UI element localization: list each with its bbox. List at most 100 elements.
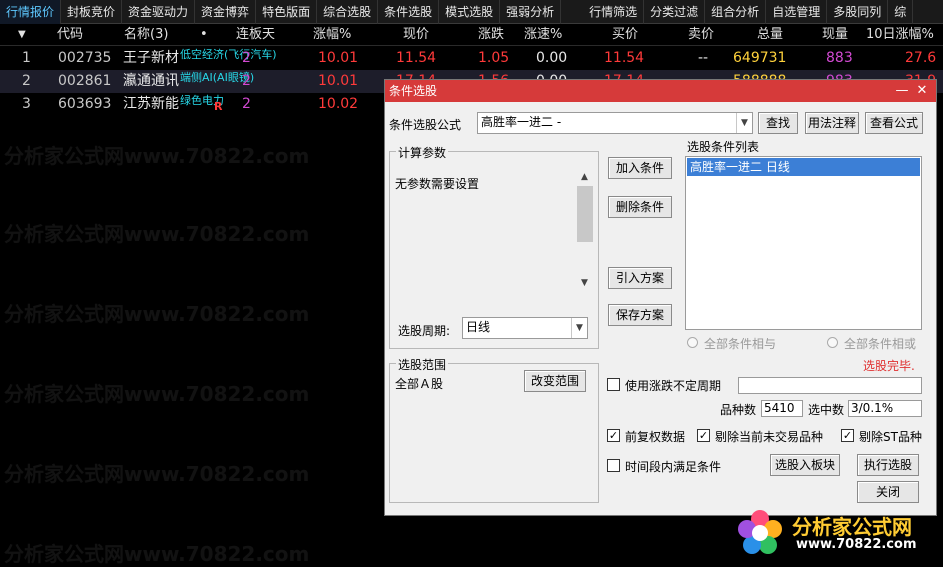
col-speed[interactable]: 涨速% [524, 24, 562, 46]
execute-button[interactable]: 执行选股 [857, 454, 919, 476]
col-sell[interactable]: 卖价 [688, 24, 714, 46]
radio-or[interactable] [827, 337, 838, 348]
view-formula-button[interactable]: 查看公式 [865, 112, 923, 134]
tab-capital-driver[interactable]: 资金驱动力 [122, 0, 196, 24]
find-button[interactable]: 查找 [758, 112, 798, 134]
timerange-checkbox[interactable] [607, 459, 620, 472]
tab-multi-stock[interactable]: 多股同列 [827, 0, 889, 24]
period-select[interactable]: 日线 ▼ [462, 317, 588, 339]
flower-logo-icon [738, 510, 782, 554]
quote-table-header: ▼ 代码 名称(3) • 连板天 涨幅% 现价 涨跌 涨速% 买价 卖价 总量 … [0, 24, 943, 46]
row-index: 2 [22, 73, 31, 89]
exclude-st-label: 剔除ST品种 [859, 430, 922, 444]
stock-name: 瀛通通讯 [123, 73, 179, 89]
formula-label: 条件选股公式 [389, 118, 462, 132]
formula-value: 高胜率一进二 - [481, 115, 562, 129]
usage-button[interactable]: 用法注释 [805, 112, 859, 134]
exclude-st-checkbox[interactable]: ✓ [841, 429, 854, 442]
period-value: 日线 [466, 320, 491, 334]
col-name[interactable]: 名称(3) [124, 24, 168, 46]
add-condition-button[interactable]: 加入条件 [608, 157, 672, 179]
col-buy[interactable]: 买价 [612, 24, 638, 46]
tab-portfolio-analysis[interactable]: 组合分析 [705, 0, 767, 24]
col-ten-day[interactable]: 10日涨幅% [866, 24, 934, 46]
tab-limit-bid[interactable]: 封板竞价 [61, 0, 123, 24]
volume: 649731 [733, 50, 787, 66]
save-scheme-button[interactable]: 保存方案 [608, 304, 672, 326]
tab-capital-game[interactable]: 资金博弈 [195, 0, 257, 24]
list-item[interactable]: 高胜率一进二 日线 [687, 158, 920, 176]
buy-price: 11.54 [604, 50, 645, 66]
col-pct[interactable]: 涨幅% [313, 24, 351, 46]
formula-select[interactable]: 高胜率一进二 - ▼ [477, 112, 753, 134]
stock-code: 603693 [58, 96, 112, 112]
scroll-up-icon[interactable]: ▲ [581, 172, 588, 182]
watermark: 分析家公式网www.70822.com [4, 144, 310, 168]
watermark: 分析家公式网www.70822.com [4, 542, 310, 566]
stock-code: 002861 [58, 73, 112, 89]
tab-strength-analysis[interactable]: 强弱分析 [500, 0, 562, 24]
tab-condition-pick[interactable]: 条件选股 [378, 0, 440, 24]
use-period-label: 使用涨跌不定周期 [625, 379, 722, 393]
tab-category-filter[interactable]: 分类过滤 [644, 0, 706, 24]
r-badge: R [214, 100, 223, 113]
col-code[interactable]: 代码 [57, 24, 83, 46]
scroll-thumb[interactable] [577, 186, 593, 242]
col-current-vol[interactable]: 现量 [822, 24, 848, 46]
pct-change: 10.01 [318, 73, 359, 89]
pct-change: 10.01 [318, 50, 359, 66]
adjust-label: 前复权数据 [625, 430, 686, 444]
tab-pattern-pick[interactable]: 模式选股 [439, 0, 501, 24]
scroll-down-icon[interactable]: ▼ [581, 278, 588, 288]
dialog-title[interactable]: 条件选股 [385, 80, 936, 102]
close-button[interactable]: 关闭 [857, 481, 919, 503]
sell-price: -- [698, 50, 709, 66]
selected-label: 选中数 [808, 403, 845, 417]
site-logo: 分析家公式网 www.70822.com [734, 507, 934, 559]
chevron-down-icon[interactable]: ▼ [736, 113, 752, 133]
tab-watchlist[interactable]: 自选管理 [766, 0, 828, 24]
tab-quotes[interactable]: 行情报价 [0, 0, 62, 24]
tab-composite-pick[interactable]: 综合选股 [317, 0, 379, 24]
speed: 0.00 [536, 50, 568, 66]
delete-condition-button[interactable]: 删除条件 [608, 196, 672, 218]
period-input[interactable] [738, 377, 922, 394]
cond-listbox[interactable]: 高胜率一进二 日线 [685, 156, 922, 330]
radio-and[interactable] [687, 337, 698, 348]
tab-market-filter[interactable]: 行情筛选 [583, 0, 645, 24]
params-group: 计算参数 无参数需要设置 ▲ ▼ 选股周期: 日线 ▼ [389, 144, 599, 349]
stock-name: 王子新材 [123, 50, 179, 66]
tab-special-layout[interactable]: 特色版面 [256, 0, 318, 24]
count-value: 5410 [761, 400, 803, 417]
pct-change: 10.02 [318, 96, 359, 112]
change-scope-button[interactable]: 改变范围 [524, 370, 586, 392]
change: 1.05 [478, 50, 510, 66]
minimize-icon[interactable]: — [893, 80, 911, 102]
concept-tag: 低空经济(飞行汽车) [180, 48, 277, 61]
watermark: 分析家公式网www.70822.com [4, 302, 310, 326]
col-change[interactable]: 涨跌 [478, 24, 504, 46]
close-icon[interactable]: ✕ [913, 80, 931, 102]
adjust-checkbox[interactable]: ✓ [607, 429, 620, 442]
to-block-button[interactable]: 选股入板块 [770, 454, 840, 476]
col-volume[interactable]: 总量 [757, 24, 783, 46]
tab-more[interactable]: 综 [888, 0, 914, 24]
count-label: 品种数 [720, 403, 757, 417]
table-row[interactable]: 1 002735 王子新材 低空经济(飞行汽车) 2 10.01 11.54 1… [0, 47, 943, 70]
timerange-label: 时间段内满足条件 [625, 460, 722, 474]
sort-arrow-icon[interactable]: ▼ [18, 24, 26, 46]
col-price[interactable]: 现价 [403, 24, 429, 46]
params-scrollbar[interactable]: ▲ ▼ [576, 168, 594, 288]
import-scheme-button[interactable]: 引入方案 [608, 267, 672, 289]
radio-or-label: 全部条件相或 [844, 337, 917, 351]
exclude-untraded-checkbox[interactable]: ✓ [697, 429, 710, 442]
use-period-checkbox[interactable] [607, 378, 620, 391]
params-text: 无参数需要设置 [395, 177, 480, 191]
streak-days: 2 [242, 73, 251, 89]
stock-code: 002735 [58, 50, 112, 66]
top-tab-bar: 行情报价 封板竞价 资金驱动力 资金博弈 特色版面 综合选股 条件选股 模式选股… [0, 0, 943, 24]
chevron-down-icon[interactable]: ▼ [571, 318, 587, 338]
logo-text: 分析家公式网 [792, 515, 912, 539]
stock-name: 江苏新能 [123, 96, 179, 112]
current-volume: 883 [826, 50, 853, 66]
